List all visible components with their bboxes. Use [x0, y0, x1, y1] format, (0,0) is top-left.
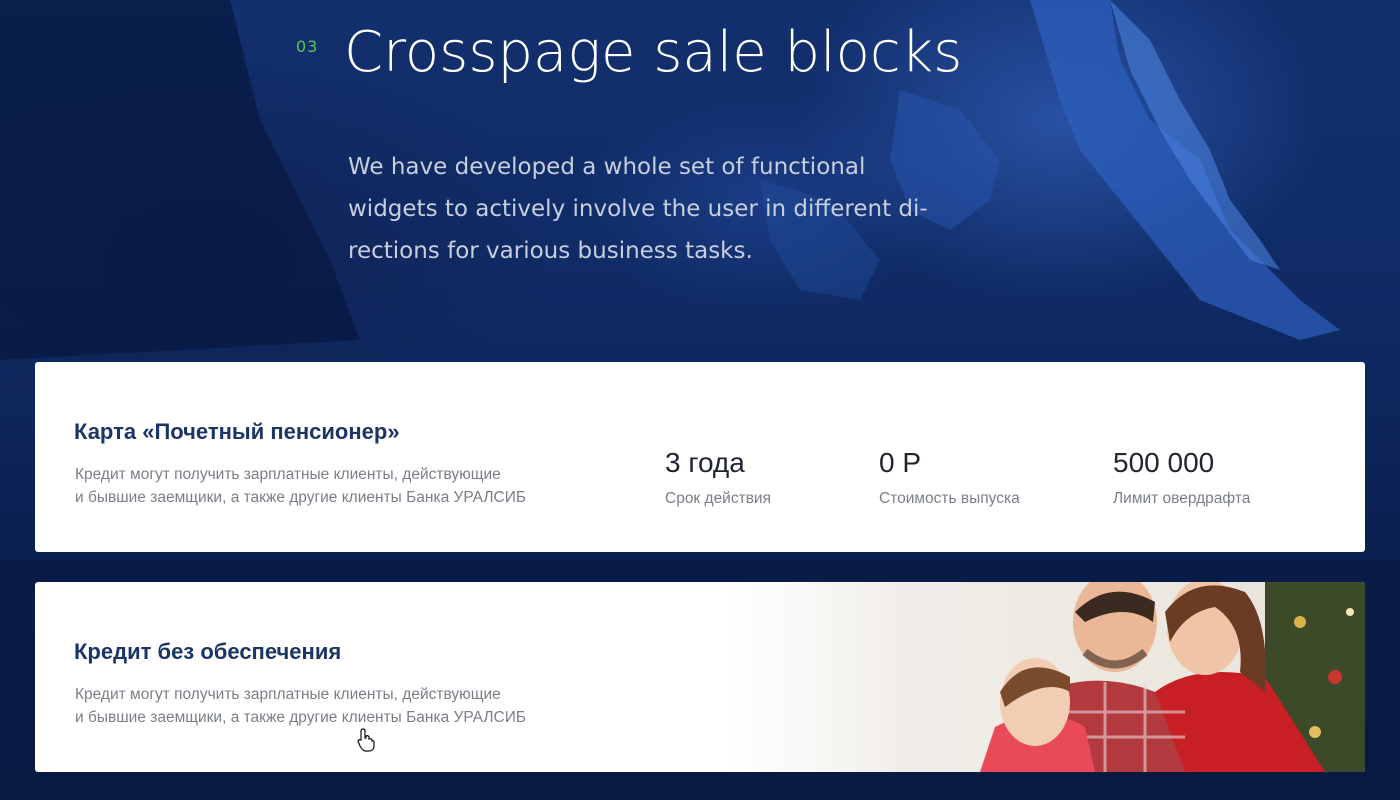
- hand-pointer-icon: [357, 728, 375, 752]
- stat-label: Срок действия: [665, 490, 771, 507]
- card-title[interactable]: Карта «Почетный пенсионер»: [74, 419, 400, 445]
- card-title[interactable]: Кредит без обеспечения: [74, 639, 341, 665]
- sale-card-pension[interactable]: Карта «Почетный пенсионер» Кредит могут …: [35, 362, 1365, 552]
- card-description: Кредит могут получить зарплатные клиенты…: [75, 466, 527, 506]
- stat-cost: 0 Р Стоимость выпуска: [879, 447, 1020, 508]
- stat-value: 3 года: [665, 447, 745, 478]
- card-description: Кредит могут получить зарплатные клиенты…: [75, 686, 527, 726]
- stat-term: 3 года Срок действия: [665, 447, 771, 508]
- stat-limit: 500 000 Лимит овердрафта: [1113, 447, 1250, 508]
- stat-value: 0 Р: [879, 447, 922, 478]
- stat-value: 500 000: [1113, 447, 1215, 478]
- stat-label: Лимит овердрафта: [1113, 490, 1251, 507]
- family-photo: [725, 582, 1365, 772]
- stat-label: Стоимость выпуска: [879, 490, 1020, 507]
- section-title: Crosspage sale blocks: [344, 20, 963, 85]
- section-description: We have developed a whole set of functio…: [348, 154, 928, 264]
- sale-card-credit[interactable]: Кредит без обеспечения Кредит могут полу…: [35, 582, 1365, 772]
- section-number: 03: [296, 37, 319, 56]
